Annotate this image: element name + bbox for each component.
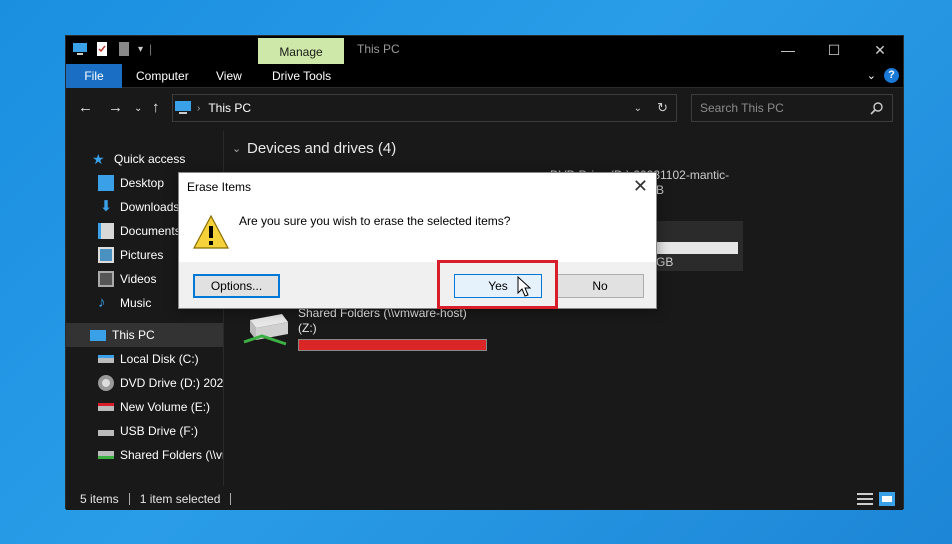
customize-toolbar-chevron-icon[interactable]: ▾ xyxy=(138,44,143,55)
videos-icon xyxy=(98,271,114,287)
address-dropdown-chevron-icon[interactable]: ⌄ xyxy=(634,103,642,114)
sidebar-item-label: Documents xyxy=(120,224,181,238)
sidebar-item-label: Quick access xyxy=(114,152,186,166)
help-icon[interactable]: ? xyxy=(884,68,899,83)
sidebar-item-label: DVD Drive (D:) 2023 xyxy=(120,376,223,390)
sidebar-item-label: Desktop xyxy=(120,176,165,190)
dvd-drive-partial-sub: B xyxy=(656,183,665,197)
annotation-highlight-box xyxy=(437,260,558,309)
sidebar-item-label: USB Drive (F:) xyxy=(120,424,198,438)
drive-usage-bar xyxy=(298,339,487,351)
drive-size-partial: GB xyxy=(656,255,674,269)
no-button[interactable]: No xyxy=(556,274,644,298)
sidebar-item-label: New Volume (E:) xyxy=(120,400,211,414)
window-controls: — ☐ ✕ xyxy=(765,36,903,64)
address-bar[interactable]: › This PC ⌄ ↻ xyxy=(172,94,677,122)
sidebar-item-usb-drive-f[interactable]: USB Drive (F:) xyxy=(66,419,223,443)
drive-usage-fill xyxy=(299,340,486,350)
status-selection: 1 item selected xyxy=(139,492,221,506)
tab-file[interactable]: File xyxy=(66,64,122,88)
properties-icon[interactable] xyxy=(94,41,110,57)
computer-small-icon xyxy=(73,43,87,55)
drive-letter: (Z:) xyxy=(298,321,317,335)
sidebar-item-label: Pictures xyxy=(120,248,164,262)
drive-usage-bar-partial xyxy=(656,242,738,254)
sidebar-item-shared-folders[interactable]: Shared Folders (\\vr xyxy=(66,443,223,467)
sidebar-item-label: Shared Folders (\\vr xyxy=(120,448,223,462)
maximize-button[interactable]: ☐ xyxy=(811,36,857,64)
computer-small-icon xyxy=(175,101,191,114)
back-arrow-icon[interactable]: ← xyxy=(78,99,93,116)
details-view-icon[interactable] xyxy=(857,492,873,506)
tab-computer[interactable]: Computer xyxy=(136,64,189,88)
ribbon-tabs: File Computer View Drive Tools ⌄ ? xyxy=(66,64,903,88)
desktop-folder-icon xyxy=(98,175,114,191)
documents-icon xyxy=(98,223,114,239)
tab-manage[interactable]: Manage xyxy=(258,38,344,64)
window-title: This PC xyxy=(357,42,400,56)
status-divider xyxy=(230,493,232,505)
section-devices-and-drives[interactable]: Devices and drives (4) xyxy=(247,140,396,157)
volume-icon xyxy=(98,403,114,411)
sidebar-item-quick-access[interactable]: ★ Quick access xyxy=(66,147,223,171)
network-drive-icon xyxy=(242,306,292,348)
sidebar-item-dvd-drive-d[interactable]: DVD Drive (D:) 2023 xyxy=(66,371,223,395)
close-icon[interactable]: ✕ xyxy=(633,176,648,197)
computer-icon xyxy=(90,329,106,341)
dialog-title: Erase Items xyxy=(179,173,656,202)
breadcrumb-this-pc[interactable]: This PC xyxy=(208,101,251,115)
sidebar-item-label: Local Disk (C:) xyxy=(120,352,199,366)
mouse-pointer-icon xyxy=(517,276,531,297)
dialog-body: Are you sure you wish to erase the selec… xyxy=(179,202,656,262)
large-icons-view-icon[interactable] xyxy=(879,492,895,506)
sidebar-item-label: This PC xyxy=(112,328,155,342)
warning-icon xyxy=(193,214,229,249)
sidebar-item-label: Videos xyxy=(120,272,157,286)
up-arrow-icon[interactable]: ↑ xyxy=(152,99,160,116)
erase-items-dialog: Erase Items ✕ Are you sure you wish to e… xyxy=(178,172,657,309)
pictures-icon xyxy=(98,247,114,263)
toolbar-divider: | xyxy=(149,42,153,56)
sidebar-item-new-volume-e[interactable]: New Volume (E:) xyxy=(66,395,223,419)
status-item-count: 5 items xyxy=(80,492,119,506)
status-divider xyxy=(128,493,130,505)
collapse-group-chevron-icon[interactable]: ⌄ xyxy=(232,142,241,155)
sidebar-item-label: Music xyxy=(120,296,152,310)
close-window-button[interactable]: ✕ xyxy=(857,36,903,64)
local-disk-icon xyxy=(98,355,114,363)
music-icon: ♪ xyxy=(98,294,106,311)
refresh-icon[interactable]: ↻ xyxy=(657,100,668,116)
tab-view[interactable]: View xyxy=(216,64,242,88)
usb-icon xyxy=(98,430,114,436)
star-icon: ★ xyxy=(92,151,105,167)
new-folder-icon[interactable] xyxy=(116,41,132,57)
search-box[interactable]: Search This PC xyxy=(691,94,893,122)
sidebar-item-local-disk-c[interactable]: Local Disk (C:) xyxy=(66,347,223,371)
breadcrumb-separator-icon: › xyxy=(197,102,201,114)
search-icon xyxy=(870,102,883,115)
minimize-button[interactable]: — xyxy=(765,36,811,64)
sidebar-item-label: Downloads xyxy=(120,200,180,214)
quick-access-toolbar: ▾ | xyxy=(72,41,152,57)
drive-tile-shared-folders[interactable]: Shared Folders (\\vmware-host) (Z:) xyxy=(242,306,487,351)
network-drive-icon xyxy=(98,451,114,459)
recent-locations-chevron-icon[interactable]: ⌄ xyxy=(134,103,142,114)
navigation-bar: ← → ⌄ ↑ › This PC ⌄ ↻ Search This PC xyxy=(66,93,903,125)
dialog-message: Are you sure you wish to erase the selec… xyxy=(239,214,511,228)
options-button[interactable]: Options... xyxy=(193,274,280,298)
sidebar-item-this-pc[interactable]: This PC xyxy=(66,323,223,347)
forward-arrow-icon[interactable]: → xyxy=(108,99,123,116)
dvd-icon xyxy=(98,375,114,391)
download-icon: ⬇ xyxy=(99,198,113,215)
title-bar: ▾ | Manage This PC — ☐ ✕ xyxy=(66,36,903,64)
expand-ribbon-chevron-icon[interactable]: ⌄ xyxy=(867,69,876,82)
search-input[interactable]: Search This PC xyxy=(700,101,784,115)
status-bar: 5 items 1 item selected xyxy=(66,488,903,510)
tab-drive-tools[interactable]: Drive Tools xyxy=(272,64,331,88)
